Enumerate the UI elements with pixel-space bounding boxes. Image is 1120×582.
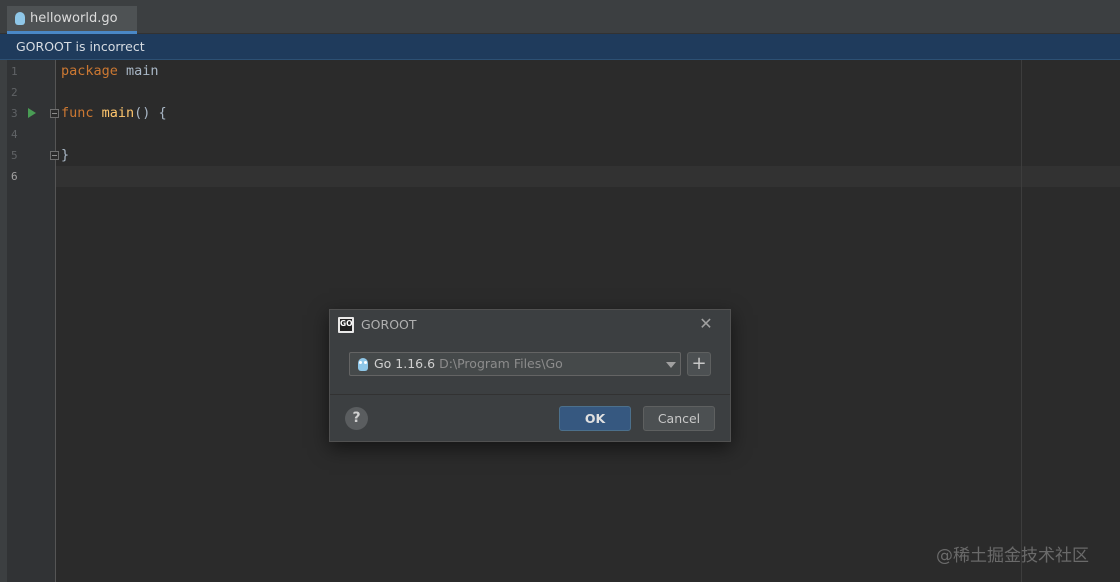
add-sdk-button[interactable]: + xyxy=(687,352,711,376)
banner-message: GOROOT is incorrect xyxy=(16,39,145,54)
goroot-warning-banner: GOROOT is incorrect xyxy=(0,34,1120,60)
chevron-down-icon xyxy=(666,362,676,368)
function-name: main xyxy=(101,105,135,121)
watermark: @稀土掘金技术社区 xyxy=(936,546,1089,566)
fold-end-icon[interactable] xyxy=(50,151,59,160)
tab-label: helloworld.go xyxy=(30,11,118,26)
line-number: 1 xyxy=(11,65,18,78)
code-line-3[interactable]: func main() { xyxy=(61,105,167,121)
dialog-title: GOROOT xyxy=(361,317,417,332)
keyword: package xyxy=(61,63,118,79)
go-gopher-icon xyxy=(358,358,368,371)
code-punctuation: } xyxy=(61,147,70,163)
close-icon[interactable]: ✕ xyxy=(698,316,714,332)
left-tool-strip xyxy=(0,60,7,582)
keyword: func xyxy=(61,105,94,121)
line-number: 6 xyxy=(11,170,18,183)
go-file-icon xyxy=(15,12,25,25)
fold-collapse-icon[interactable] xyxy=(50,109,59,118)
line-number: 2 xyxy=(11,86,18,99)
dialog-divider xyxy=(330,394,730,395)
line-number: 3 xyxy=(11,107,18,120)
code-line-1[interactable]: package main xyxy=(61,63,159,79)
help-button[interactable]: ? xyxy=(345,407,368,430)
gutter-divider xyxy=(55,60,56,582)
editor-tab-bar: helloworld.go xyxy=(0,0,1120,34)
goroot-sdk-select[interactable]: Go 1.16.6 D:\Program Files\Go xyxy=(349,352,681,376)
ok-button[interactable]: OK xyxy=(559,406,631,431)
line-number: 4 xyxy=(11,128,18,141)
tab-helloworld-go[interactable]: helloworld.go xyxy=(7,6,137,34)
code-line-5[interactable]: } xyxy=(61,147,69,163)
sdk-version: Go 1.16.6 xyxy=(374,356,436,371)
sdk-path: D:\Program Files\Go xyxy=(439,356,563,371)
cancel-button[interactable]: Cancel xyxy=(643,406,715,431)
line-number: 5 xyxy=(11,149,18,162)
package-name: main xyxy=(126,63,159,79)
right-margin-guide xyxy=(1021,60,1022,582)
current-line-highlight xyxy=(56,166,1120,187)
code-punctuation: () { xyxy=(134,105,167,121)
run-icon[interactable] xyxy=(28,108,36,118)
goroot-dialog: GO GOROOT ✕ Go 1.16.6 D:\Program Files\G… xyxy=(329,309,731,442)
